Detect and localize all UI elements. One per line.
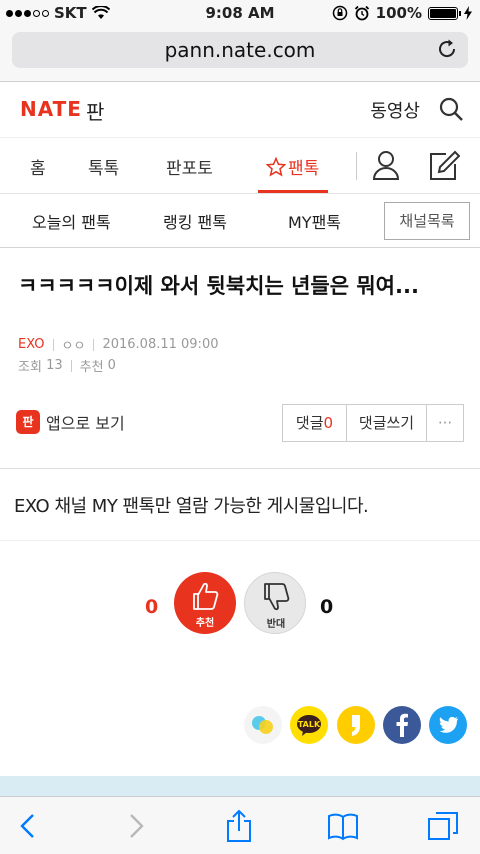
sub-nav: 오늘의 팬톡 랭킹 팬톡 MY팬톡 채널목록 (0, 194, 480, 248)
post-author: ㅇㅇ (61, 339, 86, 354)
nav-fantalk-label: 팬톡 (288, 159, 320, 179)
post-meta: EXO ㅇㅇ 2016.08.11 09:00 (18, 335, 218, 354)
share-kakaotalk-button[interactable]: TALK (290, 706, 328, 744)
search-icon[interactable] (438, 96, 464, 122)
nateon-icon (252, 716, 273, 734)
browser-toolbar (0, 796, 480, 854)
recommend-count: 0 (107, 358, 116, 373)
video-link[interactable]: 동영상 (370, 97, 420, 123)
sub-nav-today[interactable]: 오늘의 팬톡 (32, 209, 111, 233)
pann-app-icon: 판 (16, 410, 40, 434)
reload-icon[interactable] (436, 38, 458, 60)
nate-logo[interactable]: NATE (20, 97, 82, 121)
upvote-label: 추천 (195, 618, 215, 629)
kakaostory-icon (352, 715, 360, 736)
status-bar: SKT 9:08 AM 100% (0, 0, 480, 26)
open-in-app-link[interactable]: 판 앱으로 보기 (16, 410, 125, 434)
kakaotalk-icon: TALK (297, 715, 321, 736)
share-twitter-button[interactable] (429, 706, 467, 744)
status-right: 100% (332, 4, 472, 22)
sub-nav-ranking[interactable]: 랭킹 팬톡 (163, 209, 227, 233)
meta-divider (70, 359, 72, 372)
comments-label: 댓글 (295, 414, 324, 432)
channel-list-button[interactable]: 채널목록 (384, 202, 470, 240)
downvote-button[interactable]: 반대 (244, 572, 306, 634)
meta-divider (93, 338, 95, 351)
sub-nav-my[interactable]: MY팬톡 (288, 209, 341, 233)
meta-divider (52, 338, 54, 351)
share-facebook-button[interactable] (383, 706, 421, 744)
user-icon[interactable] (372, 150, 400, 180)
bookmarks-icon[interactable] (326, 809, 360, 843)
post-datetime: 2016.08.11 09:00 (102, 337, 219, 352)
url-text: pann.nate.com (164, 38, 316, 62)
address-bar[interactable]: pann.nate.com (12, 32, 468, 68)
tabs-icon[interactable] (426, 809, 460, 843)
write-icon[interactable] (428, 150, 460, 182)
post-category[interactable]: EXO (18, 337, 45, 352)
forward-icon[interactable] (118, 809, 152, 843)
alarm-icon (354, 5, 369, 21)
comments-button[interactable]: 댓글0 (283, 405, 347, 441)
comment-actions: 댓글0 댓글쓰기 ··· (282, 404, 464, 442)
more-button[interactable]: ··· (427, 405, 463, 441)
write-comment-button[interactable]: 댓글쓰기 (347, 405, 427, 441)
access-notice: EXO 채널 MY 팬톡만 열람 가능한 게시물입니다. (14, 496, 369, 517)
nav-divider (356, 152, 357, 180)
share-icon[interactable] (222, 809, 256, 843)
upvote-button[interactable]: 추천 (174, 572, 236, 634)
downvote-count: 0 (320, 596, 334, 618)
twitter-icon (439, 716, 458, 733)
share-kakaostory-button[interactable] (337, 706, 375, 744)
thumbs-up-icon (193, 582, 219, 610)
views-label: 조회 (18, 360, 42, 375)
open-in-app-label: 앱으로 보기 (46, 414, 125, 433)
facebook-icon (396, 713, 408, 737)
pann-logo[interactable]: 판 (86, 96, 104, 125)
battery-icon (428, 6, 461, 20)
divider (0, 468, 480, 469)
divider (0, 540, 480, 541)
nav-toktok[interactable]: 톡톡 (88, 154, 119, 179)
thumbs-down-icon (264, 583, 290, 611)
upvote-count: 0 (145, 596, 159, 618)
nav-pannphoto[interactable]: 판포토 (166, 154, 213, 179)
post-title: ㅋㅋㅋㅋㅋ이제 와서 뒷북치는 년들은 뭐여... (18, 274, 419, 298)
nav-fantalk[interactable]: 팬톡 (266, 154, 319, 179)
kakaotalk-label: TALK (298, 720, 321, 729)
share-nateon-button[interactable] (244, 706, 282, 744)
battery-percent: 100% (375, 4, 422, 22)
downvote-label: 반대 (266, 619, 286, 630)
views-count: 13 (46, 358, 63, 373)
star-icon (266, 156, 286, 177)
site-header: NATE 판 동영상 (0, 82, 480, 138)
recommend-label: 추천 (79, 360, 104, 375)
nav-home[interactable]: 홈 (30, 154, 46, 179)
back-icon[interactable] (12, 809, 46, 843)
active-tab-indicator (258, 190, 328, 193)
charging-icon (464, 6, 472, 20)
rotation-lock-icon (332, 5, 347, 21)
browser-address-area: pann.nate.com (0, 26, 480, 82)
main-nav: 홈 톡톡 판포토 팬톡 (0, 138, 480, 194)
comment-count: 0 (323, 414, 334, 432)
post-stats: 조회 13 추천 0 (18, 356, 116, 375)
